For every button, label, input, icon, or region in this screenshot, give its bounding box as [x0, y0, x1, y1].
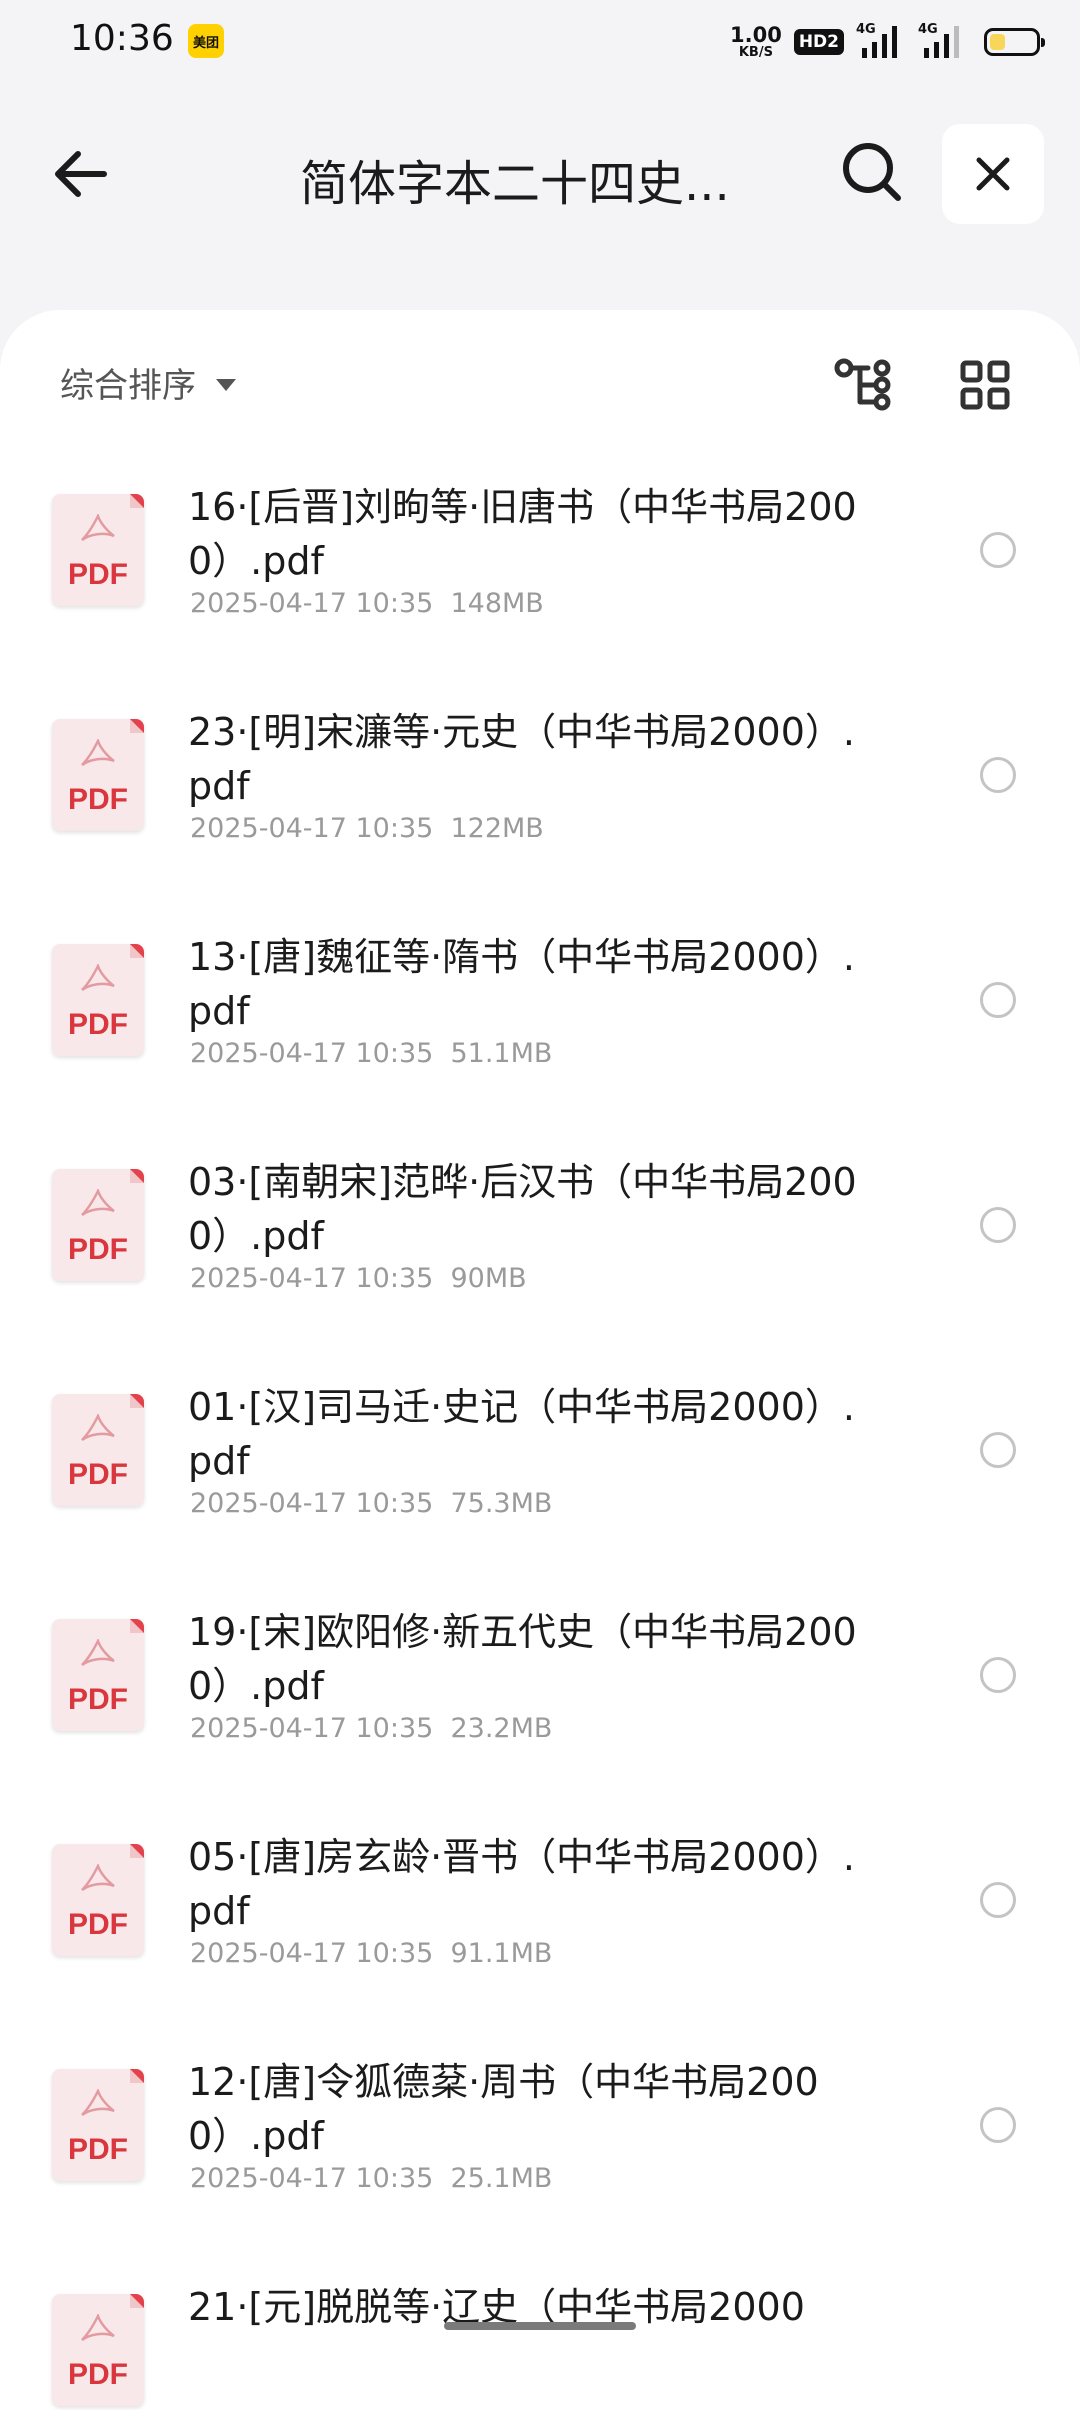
page-title: 简体字本二十四史...	[300, 156, 730, 212]
file-name: 05·[唐]房玄龄·晋书（中华书局2000）.pdf	[188, 1835, 855, 1933]
search-button[interactable]	[830, 130, 914, 214]
pdf-icon-label: PDF	[68, 1683, 128, 1716]
select-radio[interactable]	[980, 757, 1016, 793]
grid-view-button[interactable]	[950, 350, 1020, 420]
file-list-item[interactable]: PDF 03·[南朝宋]范晔·后汉书（中华书局2000）.pdf 2025-04…	[0, 1135, 1080, 1360]
select-radio[interactable]	[980, 982, 1016, 1018]
file-list-item[interactable]: PDF 16·[后晋]刘昫等·旧唐书（中华书局2000）.pdf 2025-04…	[0, 460, 1080, 685]
pdf-icon-label: PDF	[68, 783, 128, 816]
file-meta: 2025-04-17 10:35 25.1MB	[190, 2163, 553, 2194]
select-radio[interactable]	[980, 532, 1016, 568]
file-name: 03·[南朝宋]范晔·后汉书（中华书局2000）.pdf	[188, 1160, 857, 1258]
file-list-item[interactable]: PDF 01·[汉]司马迁·史记（中华书局2000）.pdf 2025-04-1…	[0, 1360, 1080, 1585]
pdf-file-icon: PDF	[52, 1844, 144, 1956]
file-meta: 2025-04-17 10:35 51.1MB	[190, 1038, 553, 1069]
pdf-file-icon: PDF	[52, 2069, 144, 2181]
network-speed-value: 1.00	[730, 23, 782, 47]
hd-voice-icon: HD2	[793, 29, 844, 55]
pdf-file-icon: PDF	[52, 494, 144, 606]
status-indicators: 1.00 KB/S HD2 4G 4G	[730, 18, 1045, 66]
sort-dropdown-label: 综合排序	[60, 366, 196, 406]
file-name: 13·[唐]魏征等·隋书（中华书局2000）.pdf	[188, 935, 855, 1033]
caret-down-icon	[216, 378, 236, 391]
select-radio[interactable]	[980, 2107, 1016, 2143]
battery-icon	[984, 28, 1045, 56]
signal-icon: 4G	[856, 22, 906, 62]
file-list-item[interactable]: PDF 19·[宋]欧阳修·新五代史（中华书局2000）.pdf 2025-04…	[0, 1585, 1080, 1810]
network-speed-unit: KB/S	[738, 45, 773, 60]
home-indicator[interactable]	[444, 2322, 636, 2330]
network-speed: 1.00 KB/S	[730, 23, 782, 60]
select-radio[interactable]	[980, 1207, 1016, 1243]
pdf-file-icon: PDF	[52, 1169, 144, 1281]
pdf-icon-label: PDF	[68, 1233, 128, 1266]
pdf-icon-label: PDF	[68, 2358, 128, 2391]
file-name: 12·[唐]令狐德棻·周书（中华书局2000）.pdf	[188, 2060, 819, 2158]
file-meta: 2025-04-17 10:35 148MB	[190, 588, 544, 619]
file-list-item[interactable]: PDF 13·[唐]魏征等·隋书（中华书局2000）.pdf 2025-04-1…	[0, 910, 1080, 1135]
top-app-bar: 简体字本二十四史...	[0, 110, 1080, 240]
pdf-icon-label: PDF	[68, 1008, 128, 1041]
file-list-item[interactable]: PDF 21·[元]脱脱等·辽史（中华书局2000	[0, 2260, 1080, 2410]
file-meta: 2025-04-17 10:35 122MB	[190, 813, 544, 844]
pdf-file-icon: PDF	[52, 1394, 144, 1506]
pdf-file-icon: PDF	[52, 719, 144, 831]
file-meta: 2025-04-17 10:35 75.3MB	[190, 1488, 553, 1519]
file-name: 23·[明]宋濂等·元史（中华书局2000）.pdf	[188, 710, 855, 808]
file-list-item[interactable]: PDF 12·[唐]令狐德棻·周书（中华书局2000）.pdf 2025-04-…	[0, 2035, 1080, 2260]
pdf-icon-label: PDF	[68, 2133, 128, 2166]
status-bar: 10:36 美团 1.00 KB/S HD2 4G 4G	[0, 0, 1080, 84]
file-list: PDF 16·[后晋]刘昫等·旧唐书（中华书局2000）.pdf 2025-04…	[0, 460, 1080, 2410]
file-meta: 2025-04-17 10:35 91.1MB	[190, 1938, 553, 1969]
pdf-file-icon: PDF	[52, 944, 144, 1056]
file-meta: 2025-04-17 10:35 90MB	[190, 1263, 527, 1294]
pdf-file-icon: PDF	[52, 1619, 144, 1731]
select-radio[interactable]	[980, 1882, 1016, 1918]
status-time: 10:36	[70, 18, 174, 59]
grid-view-icon	[960, 360, 1010, 410]
tree-view-icon	[834, 358, 891, 411]
back-button[interactable]	[40, 134, 120, 214]
sort-toolbar: 综合排序	[0, 310, 1080, 450]
signal-icon-secondary: 4G	[918, 22, 968, 62]
search-icon	[843, 143, 901, 201]
file-name: 19·[宋]欧阳修·新五代史（中华书局2000）.pdf	[188, 1610, 857, 1708]
close-icon	[976, 157, 1010, 191]
file-meta: 2025-04-17 10:35 23.2MB	[190, 1713, 553, 1744]
pdf-icon-label: PDF	[68, 1458, 128, 1491]
file-list-item[interactable]: PDF 05·[唐]房玄龄·晋书（中华书局2000）.pdf 2025-04-1…	[0, 1810, 1080, 2035]
select-radio[interactable]	[980, 1657, 1016, 1693]
close-button[interactable]	[942, 124, 1044, 224]
meituan-notification-icon: 美团	[188, 24, 224, 58]
pdf-file-icon: PDF	[52, 2294, 144, 2406]
pdf-icon-label: PDF	[68, 558, 128, 591]
battery-level	[990, 34, 1005, 50]
file-list-item[interactable]: PDF 23·[明]宋濂等·元史（中华书局2000）.pdf 2025-04-1…	[0, 685, 1080, 910]
tree-view-button[interactable]	[830, 350, 900, 420]
file-panel: 综合排序 PDF 16·[后晋]刘昫等·旧唐书（中华书局2000）.pdf 20…	[0, 310, 1080, 2410]
pdf-icon-label: PDF	[68, 1908, 128, 1941]
file-name: 16·[后晋]刘昫等·旧唐书（中华书局2000）.pdf	[188, 485, 857, 583]
file-name: 01·[汉]司马迁·史记（中华书局2000）.pdf	[188, 1385, 855, 1483]
select-radio[interactable]	[980, 1432, 1016, 1468]
sort-dropdown[interactable]: 综合排序	[60, 358, 236, 407]
arrow-left-icon	[55, 151, 107, 197]
